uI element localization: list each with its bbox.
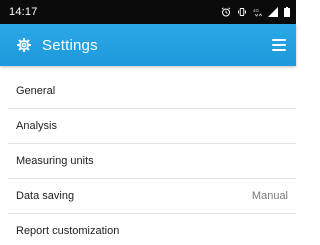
settings-item-label: Measuring units: [16, 155, 94, 167]
battery-icon: [284, 7, 290, 17]
settings-item-analysis[interactable]: Analysis: [0, 109, 296, 143]
hamburger-menu-icon[interactable]: [272, 39, 286, 51]
status-icons: 4G: [221, 7, 290, 17]
settings-item-label: General: [16, 85, 56, 97]
alarm-icon: [221, 7, 231, 17]
settings-item-value: Manual: [251, 190, 288, 202]
app-bar: Settings: [0, 24, 296, 66]
network-4g-icon: 4G: [253, 7, 262, 17]
settings-list: General Analysis Measuring units Data sa…: [0, 74, 296, 245]
settings-item-report-customization[interactable]: Report customization: [0, 214, 296, 245]
vibrate-icon: [237, 7, 247, 17]
settings-item-label: Data saving: [16, 190, 75, 202]
settings-item-general[interactable]: General: [0, 74, 296, 108]
svg-text:4G: 4G: [253, 8, 260, 13]
status-time: 14:17: [9, 6, 38, 18]
signal-icon: [268, 7, 278, 17]
settings-item-measuring-units[interactable]: Measuring units: [0, 144, 296, 178]
settings-item-label: Analysis: [16, 120, 57, 132]
settings-item-data-saving[interactable]: Data saving Manual: [0, 179, 296, 213]
page-title: Settings: [42, 36, 98, 54]
status-bar: 14:17 4G: [0, 0, 296, 24]
gear-icon: [16, 37, 32, 53]
settings-item-label: Report customization: [16, 225, 120, 237]
